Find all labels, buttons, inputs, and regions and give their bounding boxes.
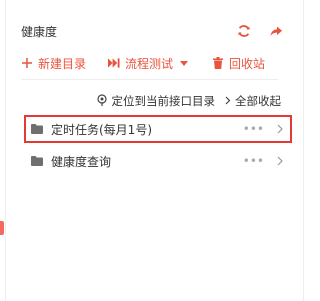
tree-item-label: 健康度查询: [51, 154, 112, 169]
panel-header: 健康度: [21, 20, 283, 42]
tree-item-label: 定时任务(每月1号): [51, 122, 152, 137]
locate-current-api-label: 定位到当前接口目录: [111, 94, 216, 108]
flow-test-dropdown[interactable]: 流程测试: [108, 55, 190, 72]
share-icon[interactable]: [269, 24, 283, 38]
collapse-all-button[interactable]: 全部收起: [225, 93, 281, 109]
fast-forward-icon: [108, 57, 120, 69]
folder-icon: [31, 124, 43, 134]
locate-current-api-button[interactable]: 定位到当前接口目录: [96, 93, 216, 109]
api-directory-panel: 健康度 新建目录 流程测试 回收站 定位到当前接口目录 全部收起 定时任务(每月…: [5, 0, 304, 301]
collapse-all-label: 全部收起: [235, 94, 281, 108]
recycle-bin-button[interactable]: 回收站: [212, 55, 265, 72]
more-options-icon[interactable]: •••: [243, 155, 264, 167]
chevron-right-icon[interactable]: [276, 124, 284, 134]
refresh-icon[interactable]: [237, 24, 251, 38]
toolbar-divider: [21, 79, 278, 80]
toolbar: 新建目录 流程测试 回收站: [21, 52, 288, 74]
folder-icon: [31, 156, 43, 166]
chevron-right-icon: [225, 94, 231, 108]
more-options-icon[interactable]: •••: [243, 123, 264, 135]
tree-actions: 定位到当前接口目录 全部收起: [96, 92, 281, 110]
flow-test-label: 流程测试: [125, 56, 174, 71]
header-icons: [237, 24, 283, 38]
new-directory-button[interactable]: 新建目录: [21, 55, 86, 72]
panel-title: 健康度: [21, 24, 58, 39]
new-directory-label: 新建目录: [38, 56, 87, 71]
locate-target-icon: [96, 93, 108, 109]
tree-item-scheduled-task[interactable]: 定时任务(每月1号) •••: [24, 115, 292, 143]
directory-tree: 定时任务(每月1号) ••• 健康度查询 •••: [24, 115, 292, 175]
trash-icon: [212, 57, 224, 69]
caret-down-icon: [178, 57, 190, 69]
tree-item-health-query[interactable]: 健康度查询 •••: [24, 147, 292, 175]
chevron-right-icon[interactable]: [276, 156, 284, 166]
recycle-bin-label: 回收站: [229, 56, 266, 71]
side-marker: [0, 221, 4, 235]
plus-icon: [21, 57, 33, 69]
